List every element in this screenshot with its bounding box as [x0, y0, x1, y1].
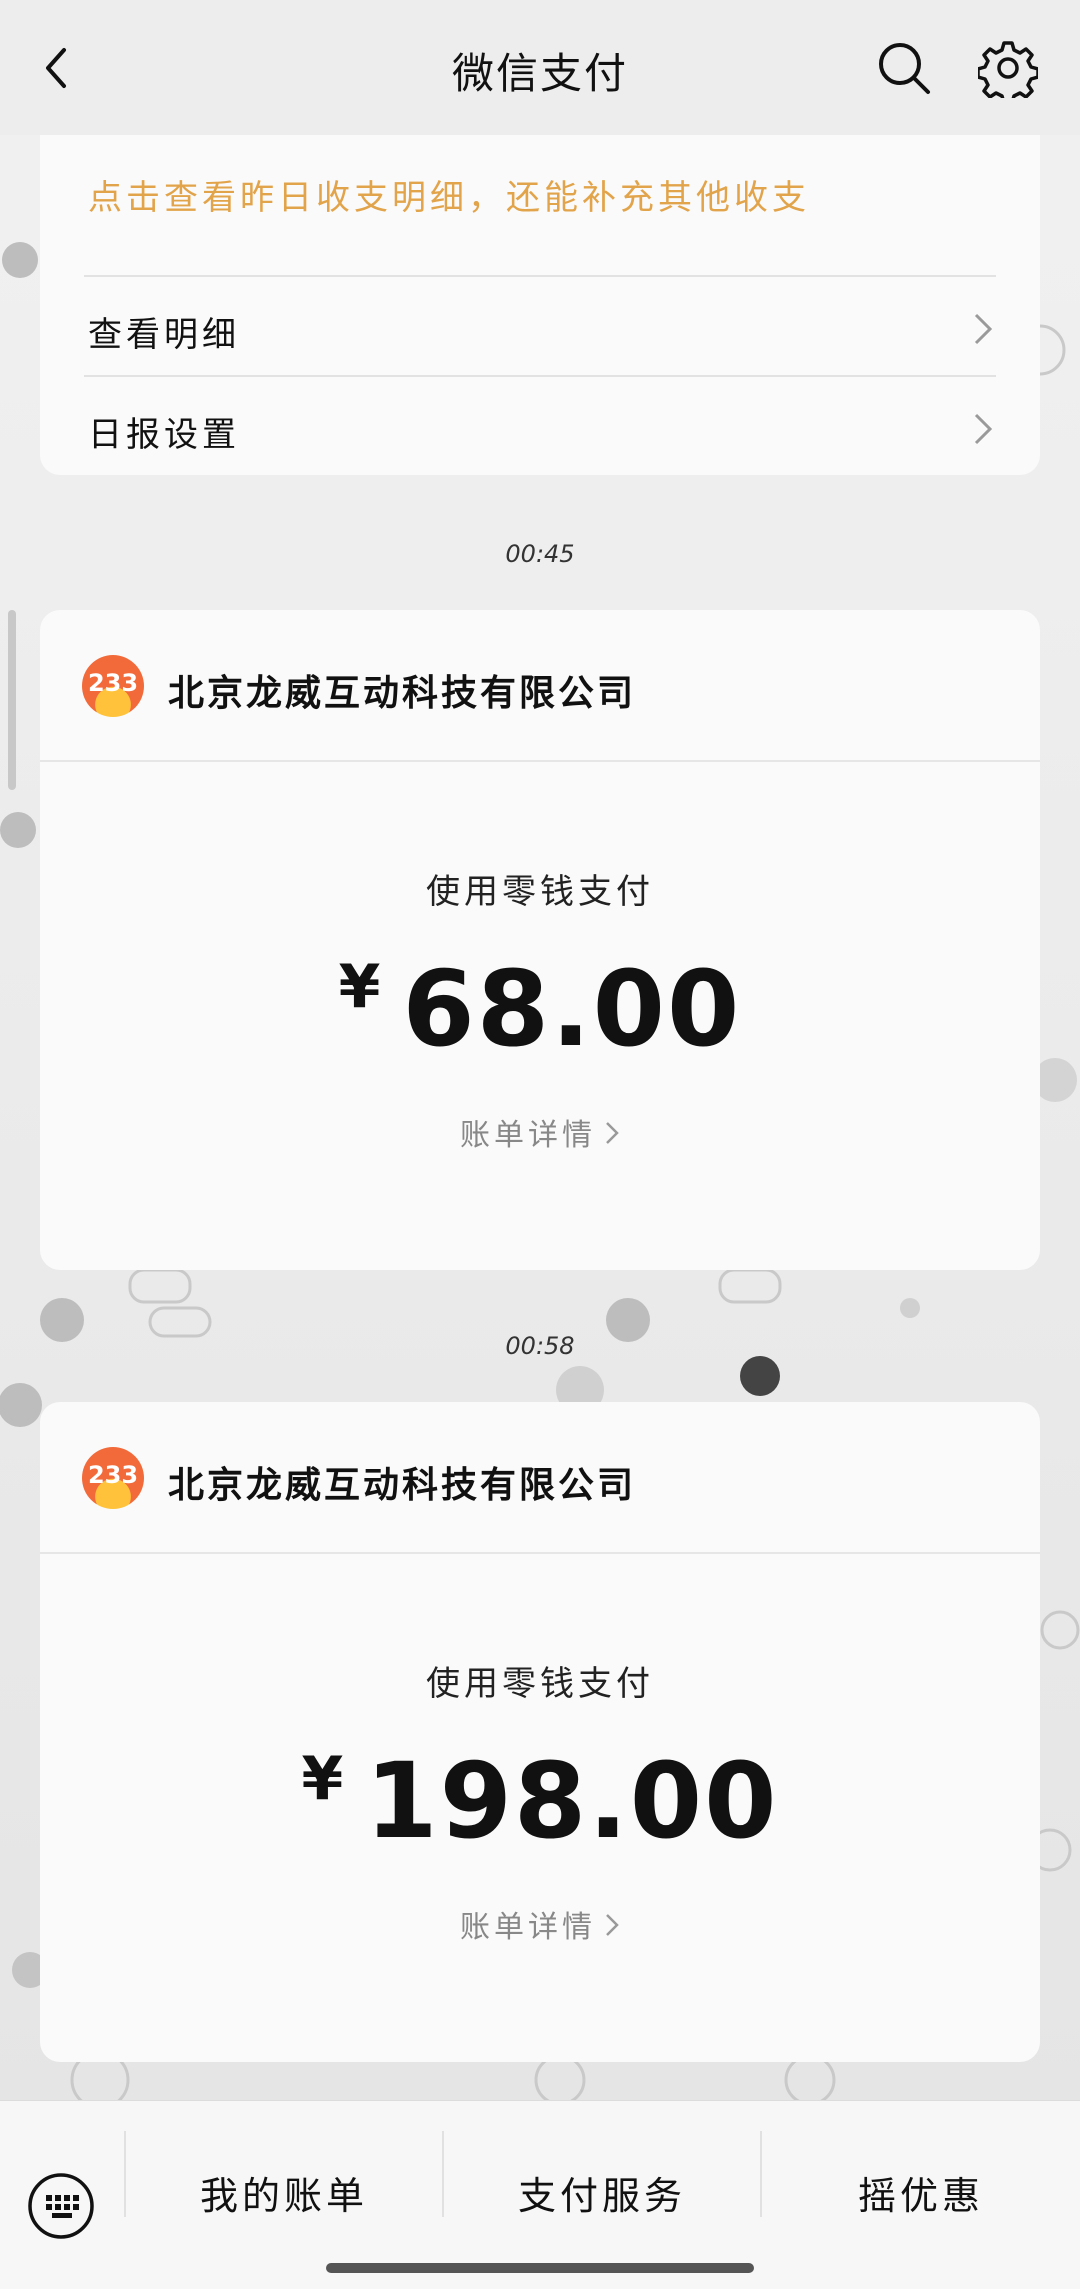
view-details-label: 查看明细: [88, 315, 240, 355]
payment-amount: ¥198.00: [40, 1740, 1040, 1862]
chevron-right-icon: [606, 1122, 619, 1144]
bottom-menu-bar: 我的账单 支付服务 摇优惠: [0, 2100, 1080, 2289]
bill-details-label: 账单详情: [460, 1910, 596, 1945]
message-timestamp: 00:58: [505, 1332, 575, 1360]
menu-my-bills[interactable]: 我的账单: [126, 2131, 442, 2237]
merchant-logo-text: 233: [87, 669, 139, 697]
currency-symbol: ¥: [338, 952, 381, 1022]
amount-value: 198.00: [365, 1740, 779, 1862]
daily-report-card: 点击查看昨日收支明细，还能补充其他收支 查看明细 日报设置: [40, 130, 1040, 475]
merchant-logo: 233: [82, 655, 144, 717]
merchant-name: 北京龙威互动科技有限公司: [168, 1465, 637, 1506]
wechat-pay-chat-screen: 微信支付 点击查看昨日收支明细，还能补充其他收支 查看明细 日报设置 00:45: [0, 0, 1080, 2289]
payment-card[interactable]: 233 北京龙威互动科技有限公司 使用零钱支付 ¥198.00 账单详情: [40, 1402, 1040, 2062]
search-icon[interactable]: [874, 38, 934, 98]
amount-value: 68.00: [402, 948, 742, 1070]
view-details-row[interactable]: 查看明细: [84, 275, 996, 375]
merchant-name: 北京龙威互动科技有限公司: [168, 673, 637, 714]
report-settings-label: 日报设置: [88, 415, 240, 455]
payment-card[interactable]: 233 北京龙威互动科技有限公司 使用零钱支付 ¥68.00 账单详情: [40, 610, 1040, 1270]
merchant-logo-text: 233: [87, 1461, 139, 1489]
scrollbar[interactable]: [8, 610, 16, 790]
menu-shake-offers[interactable]: 摇优惠: [762, 2131, 1080, 2237]
gear-icon[interactable]: [978, 38, 1038, 98]
chevron-right-icon: [974, 413, 993, 445]
daily-report-message[interactable]: 点击查看昨日收支明细，还能补充其他收支: [88, 170, 810, 219]
menu-payment-services[interactable]: 支付服务: [444, 2131, 760, 2237]
payment-method: 使用零钱支付: [426, 872, 654, 912]
top-nav-bar: 微信支付: [0, 0, 1080, 135]
merchant-logo: 233: [82, 1447, 144, 1509]
chevron-right-icon: [606, 1914, 619, 1936]
bill-details-label: 账单详情: [460, 1118, 596, 1153]
keyboard-icon[interactable]: [26, 2171, 96, 2241]
payment-card-header: 233 北京龙威互动科技有限公司: [40, 1402, 1040, 1554]
payment-card-header: 233 北京龙威互动科技有限公司: [40, 610, 1040, 762]
message-timestamp: 00:45: [505, 540, 575, 568]
bill-details-link[interactable]: 账单详情: [40, 1110, 1040, 1154]
payment-method: 使用零钱支付: [426, 1664, 654, 1704]
home-indicator[interactable]: [326, 2263, 754, 2273]
chevron-right-icon: [974, 313, 993, 345]
payment-amount: ¥68.00: [40, 948, 1040, 1070]
currency-symbol: ¥: [301, 1744, 344, 1814]
bill-details-link[interactable]: 账单详情: [40, 1902, 1040, 1946]
report-settings-row[interactable]: 日报设置: [84, 375, 996, 475]
